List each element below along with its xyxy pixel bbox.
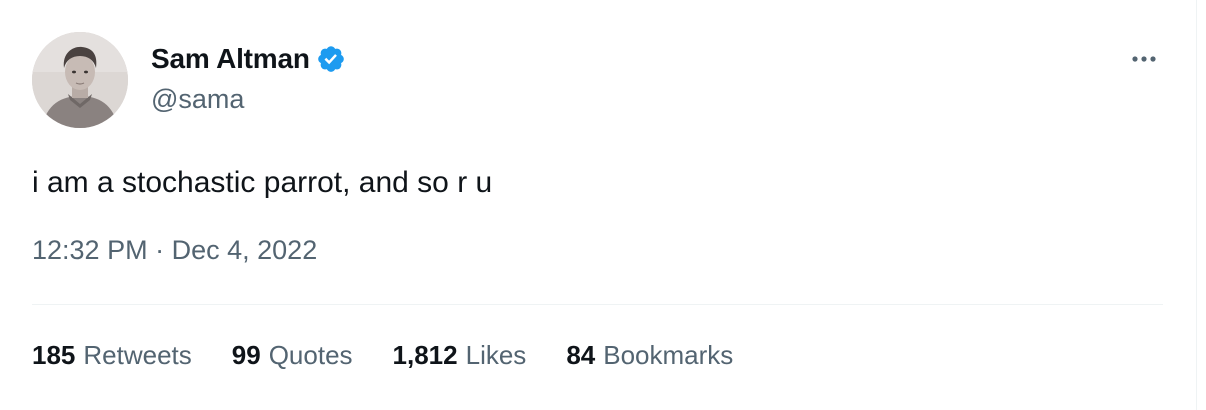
engagement-stats: 185 Retweets 99 Quotes 1,812 Likes 84 Bo… <box>32 340 773 371</box>
retweets-count: 185 <box>32 340 76 370</box>
display-name[interactable]: Sam Altman <box>151 43 310 75</box>
retweets-stat[interactable]: 185 Retweets <box>32 340 192 371</box>
more-options-icon[interactable] <box>1124 44 1164 74</box>
timestamp-separator: · <box>148 235 172 266</box>
likes-label: Likes <box>465 340 527 370</box>
panel-border <box>1196 0 1197 410</box>
tweet-date[interactable]: Dec 4, 2022 <box>172 235 318 266</box>
separator-dot: · <box>155 235 165 265</box>
bookmarks-count: 84 <box>566 340 596 370</box>
divider <box>32 304 1163 305</box>
quotes-count: 99 <box>231 340 261 370</box>
tweet-timestamp[interactable]: 12:32 PM · Dec 4, 2022 <box>32 235 317 266</box>
retweets-label: Retweets <box>83 340 192 370</box>
tweet-text: i am a stochastic parrot, and so r u <box>32 166 493 199</box>
verified-badge-icon[interactable] <box>316 44 346 74</box>
quotes-stat[interactable]: 99 Quotes <box>232 340 353 371</box>
author-handle[interactable]: @sama <box>151 84 244 115</box>
quotes-label: Quotes <box>268 340 353 370</box>
avatar-photo <box>32 32 128 128</box>
bookmarks-label: Bookmarks <box>603 340 734 370</box>
likes-count: 1,812 <box>392 340 458 370</box>
tweet-time[interactable]: 12:32 PM <box>32 235 148 266</box>
avatar[interactable] <box>32 32 128 128</box>
author-name-row[interactable]: Sam Altman <box>151 42 346 76</box>
bookmarks-stat[interactable]: 84 Bookmarks <box>566 340 733 371</box>
likes-stat[interactable]: 1,812 Likes <box>393 340 527 371</box>
